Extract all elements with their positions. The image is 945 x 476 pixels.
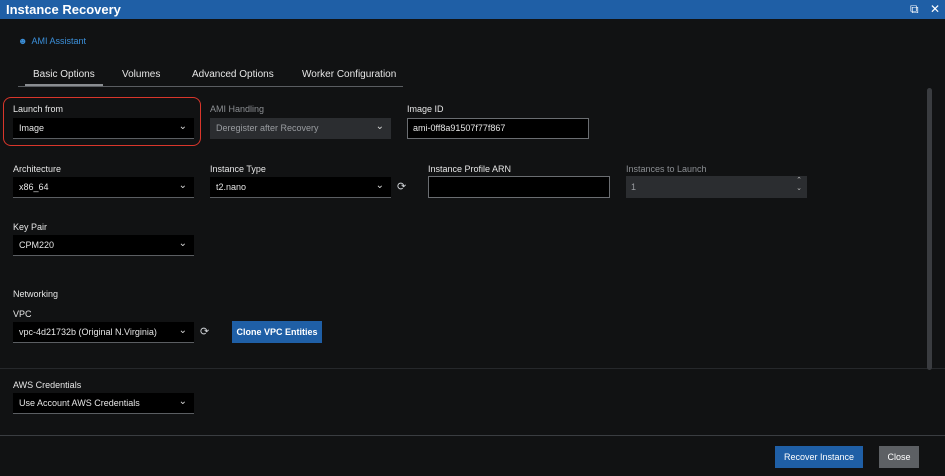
key-pair-value: CPM220 — [19, 240, 55, 250]
aws-credentials-select[interactable]: Use Account AWS Credentials ⌄ — [13, 393, 194, 414]
aws-credentials-value: Use Account AWS Credentials — [19, 398, 140, 408]
ami-handling-value: Deregister after Recovery — [216, 123, 319, 133]
refresh-icon[interactable]: ⟳ — [397, 180, 406, 193]
instances-to-launch-value: 1 — [631, 182, 637, 192]
close-button[interactable]: Close — [879, 446, 919, 468]
tab-bar: Basic Options Volumes Advanced Options W… — [18, 66, 403, 87]
chevron-down-icon: ⌄ — [375, 180, 384, 191]
stepper-icon: ⌃ ⌄ — [796, 177, 802, 192]
close-icon[interactable]: ✕ — [930, 2, 940, 16]
ami-assistant-label: AMI Assistant — [31, 36, 87, 46]
instance-type-label: Instance Type — [210, 164, 266, 174]
chevron-down-icon: ⌄ — [178, 238, 187, 249]
architecture-label: Architecture — [13, 164, 62, 174]
instance-profile-arn-label: Instance Profile ARN — [428, 164, 512, 174]
image-id-label: Image ID — [407, 104, 444, 114]
clone-vpc-entities-button[interactable]: Clone VPC Entities — [232, 321, 322, 343]
architecture-select[interactable]: x86_64 ⌄ — [13, 177, 194, 198]
vpc-label: VPC — [13, 309, 32, 319]
person-icon: ☻ — [18, 36, 28, 46]
title-bar: Instance Recovery ⧉ ✕ — [0, 0, 945, 19]
instances-to-launch-label: Instances to Launch — [626, 164, 707, 174]
key-pair-label: Key Pair — [13, 222, 48, 232]
tab-advanced-options[interactable]: Advanced Options — [192, 69, 274, 80]
ami-assistant-link[interactable]: ☻ AMI Assistant — [18, 36, 86, 46]
tab-volumes[interactable]: Volumes — [122, 69, 160, 80]
refresh-icon[interactable]: ⟳ — [200, 325, 209, 338]
key-pair-select[interactable]: CPM220 ⌄ — [13, 235, 194, 256]
maximize-icon[interactable]: ⧉ — [910, 2, 919, 17]
ami-handling-label: AMI Handling — [210, 104, 265, 114]
launch-from-value: Image — [19, 123, 45, 133]
chevron-down-icon: ⌄ — [375, 121, 384, 132]
vpc-select[interactable]: vpc-4d21732b (Original N.Virginia) ⌄ — [13, 322, 194, 343]
launch-from-label: Launch from — [13, 104, 64, 114]
launch-from-select[interactable]: Image ⌄ — [13, 118, 194, 139]
instance-type-value: t2.nano — [216, 182, 247, 192]
tab-basic-options[interactable]: Basic Options — [25, 69, 103, 86]
tab-worker-configuration[interactable]: Worker Configuration — [302, 69, 396, 80]
image-id-value: ami-0ff8a91507f77f867 — [413, 123, 506, 133]
recover-instance-button[interactable]: Recover Instance — [775, 446, 863, 468]
ami-handling-select: Deregister after Recovery ⌄ — [210, 118, 391, 139]
chevron-down-icon: ⌄ — [178, 325, 187, 336]
networking-heading: Networking — [13, 289, 59, 299]
aws-credentials-label: AWS Credentials — [13, 380, 82, 390]
chevron-down-icon: ⌄ — [178, 396, 187, 407]
scrollbar[interactable] — [927, 88, 932, 370]
window-title: Instance Recovery — [6, 2, 121, 17]
section-divider — [0, 368, 945, 369]
instance-profile-arn-input[interactable] — [428, 176, 610, 198]
chevron-down-icon: ⌄ — [178, 121, 187, 132]
architecture-value: x86_64 — [19, 182, 49, 192]
vpc-value: vpc-4d21732b (Original N.Virginia) — [19, 327, 157, 337]
footer-divider — [0, 435, 945, 436]
image-id-input[interactable]: ami-0ff8a91507f77f867 — [407, 118, 589, 139]
chevron-down-icon: ⌄ — [178, 180, 187, 191]
instance-type-select[interactable]: t2.nano ⌄ — [210, 177, 391, 198]
instances-to-launch-input: 1 ⌃ ⌄ — [626, 176, 807, 198]
